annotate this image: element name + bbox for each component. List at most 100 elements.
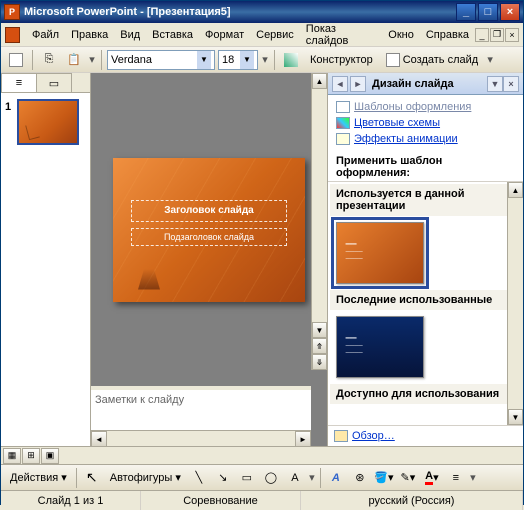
- thumbnail-panel: ≡ ▭ 1: [1, 73, 91, 446]
- doc-restore-button[interactable]: ❐: [490, 28, 504, 42]
- menu-edit[interactable]: Правка: [65, 27, 114, 43]
- font-color[interactable]: A▾: [421, 467, 443, 489]
- group-used-label: Используется в данной презентации: [330, 184, 521, 216]
- color-schemes-icon: [336, 117, 350, 129]
- title-bar: P Microsoft PowerPoint - [Презентация5] …: [1, 1, 523, 23]
- group-available-label: Доступно для использования: [330, 384, 521, 404]
- menu-bar: Файл Правка Вид Вставка Формат Сервис По…: [1, 23, 523, 47]
- copy-icon: ⎘: [45, 53, 54, 66]
- sorter-view-button[interactable]: ⊞: [22, 448, 40, 464]
- task-back-button[interactable]: ◄: [332, 76, 348, 92]
- slides-tab[interactable]: ▭: [36, 73, 72, 92]
- notes-pane[interactable]: Заметки к слайду: [91, 386, 311, 430]
- oval-tool[interactable]: ◯: [260, 467, 282, 489]
- status-bar: Слайд 1 из 1 Соревнование русский (Росси…: [1, 490, 523, 510]
- vertical-scrollbar[interactable]: ▲ ▼ ⤊ ⤋: [311, 73, 327, 370]
- menu-view[interactable]: Вид: [114, 27, 146, 43]
- link-templates[interactable]: Шаблоны оформления: [336, 101, 515, 113]
- browse-link[interactable]: Обзор…: [334, 430, 517, 442]
- draw-overflow-2[interactable]: ▾: [469, 471, 477, 484]
- doc-minimize-button[interactable]: _: [475, 28, 489, 42]
- arrow-icon: ↘: [218, 471, 227, 484]
- outline-tab[interactable]: ≡: [1, 73, 37, 92]
- minimize-button[interactable]: _: [456, 3, 476, 21]
- line-tool[interactable]: ╲: [188, 467, 210, 489]
- scroll-left-button[interactable]: ◄: [91, 431, 107, 447]
- task-forward-button[interactable]: ►: [350, 76, 366, 92]
- maximize-button[interactable]: □: [478, 3, 498, 21]
- drawing-toolbar: Действия ▾ ↖ Автофигуры ▾ ╲ ↘ ▭ ◯ A ▾ A …: [1, 464, 523, 490]
- scroll-right-button[interactable]: ►: [295, 431, 311, 447]
- menu-insert[interactable]: Вставка: [146, 27, 199, 43]
- textbox-tool[interactable]: A: [284, 467, 306, 489]
- insert-wordart[interactable]: A: [325, 467, 347, 489]
- template-scroll-down[interactable]: ▼: [508, 409, 523, 425]
- line-style[interactable]: ≡: [445, 467, 467, 489]
- menu-format[interactable]: Формат: [199, 27, 250, 43]
- menu-tools[interactable]: Сервис: [250, 27, 300, 43]
- close-button[interactable]: ×: [500, 3, 520, 21]
- new-document-button[interactable]: [5, 49, 27, 71]
- pen-icon: ✎: [400, 471, 409, 484]
- autoshapes-menu[interactable]: Автофигуры ▾: [105, 467, 186, 489]
- actions-menu[interactable]: Действия ▾: [5, 467, 72, 489]
- new-slide-label: Создать слайд: [403, 54, 478, 66]
- slideshow-view-button[interactable]: ▣: [41, 448, 59, 464]
- doc-close-button[interactable]: ×: [505, 28, 519, 42]
- paste-icon: 📋: [67, 53, 81, 66]
- link-animation[interactable]: Эффекты анимации: [336, 133, 515, 145]
- slide[interactable]: Заголовок слайда Подзаголовок слайда: [113, 158, 305, 302]
- font-size-combo[interactable]: 18 ▼: [218, 50, 258, 70]
- title-placeholder[interactable]: Заголовок слайда: [131, 200, 287, 222]
- template-thumb-recent-1[interactable]: ━━━────────: [336, 316, 424, 378]
- slide-design-icon-button[interactable]: [280, 49, 302, 71]
- line-icon: ╲: [196, 471, 203, 484]
- templates-icon: [336, 101, 350, 113]
- horizontal-scrollbar[interactable]: ◄ ►: [91, 430, 311, 446]
- new-slide-button[interactable]: Создать слайд: [381, 49, 483, 71]
- font-name-value: Verdana: [111, 54, 152, 66]
- doc-icon[interactable]: [5, 27, 20, 43]
- menu-file[interactable]: Файл: [26, 27, 65, 43]
- prev-slide-button[interactable]: ⤊: [312, 338, 327, 354]
- slide-canvas[interactable]: Заголовок слайда Подзаголовок слайда: [91, 73, 327, 386]
- status-language[interactable]: русский (Россия): [301, 491, 523, 510]
- menu-slideshow[interactable]: Показ слайдов: [300, 21, 382, 49]
- fill-color[interactable]: 🪣▾: [373, 467, 395, 489]
- next-slide-button[interactable]: ⤋: [312, 354, 327, 370]
- oval-icon: ◯: [265, 471, 277, 484]
- template-scroll-up[interactable]: ▲: [508, 182, 523, 198]
- new-slide-icon: [386, 53, 400, 67]
- scroll-down-button[interactable]: ▼: [312, 322, 327, 338]
- font-combo[interactable]: Verdana ▼: [107, 50, 215, 70]
- arrow-tool[interactable]: ↘: [212, 467, 234, 489]
- menu-window[interactable]: Окно: [382, 27, 420, 43]
- select-tool[interactable]: ↖: [81, 467, 103, 489]
- copy-button[interactable]: ⎘: [38, 49, 60, 71]
- toolbar-overflow-3[interactable]: ▾: [486, 53, 494, 66]
- template-scrollbar[interactable]: ▲ ▼: [507, 182, 523, 425]
- chevron-down-icon[interactable]: ▼: [197, 51, 211, 69]
- normal-view-button[interactable]: ▦: [3, 448, 21, 464]
- chevron-down-icon[interactable]: ▼: [240, 51, 254, 69]
- task-pane-title: Дизайн слайда: [372, 78, 454, 90]
- task-pane: ◄ ► Дизайн слайда ▼ × Шаблоны оформления…: [327, 73, 523, 446]
- menu-help[interactable]: Справка: [420, 27, 475, 43]
- template-thumb-current[interactable]: ━━━────────: [336, 222, 424, 284]
- task-pane-footer: Обзор…: [328, 425, 523, 446]
- slide-thumbnail-1[interactable]: [17, 99, 79, 145]
- insert-diagram[interactable]: ⊛: [349, 467, 371, 489]
- task-menu-button[interactable]: ▼: [487, 76, 503, 92]
- designer-button[interactable]: Конструктор: [305, 49, 378, 71]
- rectangle-tool[interactable]: ▭: [236, 467, 258, 489]
- line-color[interactable]: ✎▾: [397, 467, 419, 489]
- toolbar-overflow-2[interactable]: ▾: [261, 53, 269, 66]
- task-close-button[interactable]: ×: [503, 76, 519, 92]
- paste-button[interactable]: 📋: [63, 49, 85, 71]
- scroll-up-button[interactable]: ▲: [312, 73, 327, 89]
- toolbar-overflow[interactable]: ▾: [88, 53, 96, 66]
- link-color-schemes[interactable]: Цветовые схемы: [336, 117, 515, 129]
- subtitle-placeholder[interactable]: Подзаголовок слайда: [131, 228, 287, 246]
- draw-overflow[interactable]: ▾: [308, 471, 316, 484]
- font-color-icon: A: [425, 470, 433, 485]
